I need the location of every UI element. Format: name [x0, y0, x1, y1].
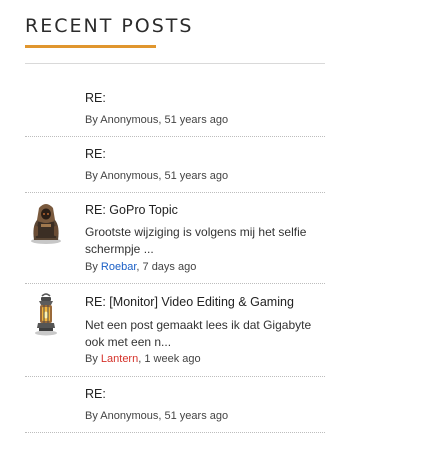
post-author-link[interactable]: Roebar: [101, 261, 136, 273]
title-underline: [25, 45, 156, 48]
post-title-link[interactable]: RE: GoPro Topic: [85, 203, 178, 217]
post-meta: By Anonymous, 51 years ago: [85, 410, 228, 422]
post-title-link[interactable]: RE:: [85, 147, 106, 161]
lantern-avatar[interactable]: [28, 292, 64, 336]
post-excerpt: Net een post gemaakt lees ik dat Gigabyt…: [85, 318, 312, 349]
post-meta: By Anonymous, 51 years ago: [85, 114, 228, 126]
post-time: 51 years ago: [164, 410, 229, 422]
recent-post-item: RE: By Anonymous, 51 years ago: [25, 64, 325, 137]
meta-by: By: [85, 114, 101, 126]
post-time: 51 years ago: [164, 170, 229, 182]
meta-by: By: [85, 261, 101, 273]
post-author: Anonymous: [100, 410, 159, 422]
post-meta: By Roebar, 7 days ago: [85, 261, 196, 273]
post-title-link[interactable]: RE:: [85, 91, 106, 105]
post-author: Anonymous: [100, 170, 159, 182]
recent-post-item: RE: GoPro Topic Grootste wijziging is vo…: [25, 193, 325, 284]
post-time: 1 week ago: [144, 353, 201, 365]
post-meta: By Lantern, 1 week ago: [85, 353, 201, 365]
post-author-link[interactable]: Lantern: [101, 353, 138, 365]
post-title-link[interactable]: RE:: [85, 387, 106, 401]
post-meta: By Anonymous, 51 years ago: [85, 170, 228, 182]
meta-by: By: [85, 353, 101, 365]
recent-post-item: RE: By Anonymous, 51 years ago: [25, 137, 325, 193]
widget-title: RECENT POSTS: [25, 15, 194, 37]
post-time: 7 days ago: [142, 261, 197, 273]
recent-post-item: RE: By Anonymous, 51 years ago: [25, 377, 325, 433]
post-author: Anonymous: [100, 114, 159, 126]
post-time: 51 years ago: [164, 114, 229, 126]
post-title-link[interactable]: RE: [Monitor] Video Editing & Gaming: [85, 295, 294, 309]
post-excerpt: Grootste wijziging is volgens mij het se…: [85, 225, 307, 256]
meta-by: By: [85, 170, 101, 182]
recent-post-item: RE: [Monitor] Video Editing & Gaming Net…: [25, 284, 325, 377]
hooded-warrior-avatar[interactable]: [28, 200, 64, 244]
meta-by: By: [85, 410, 101, 422]
